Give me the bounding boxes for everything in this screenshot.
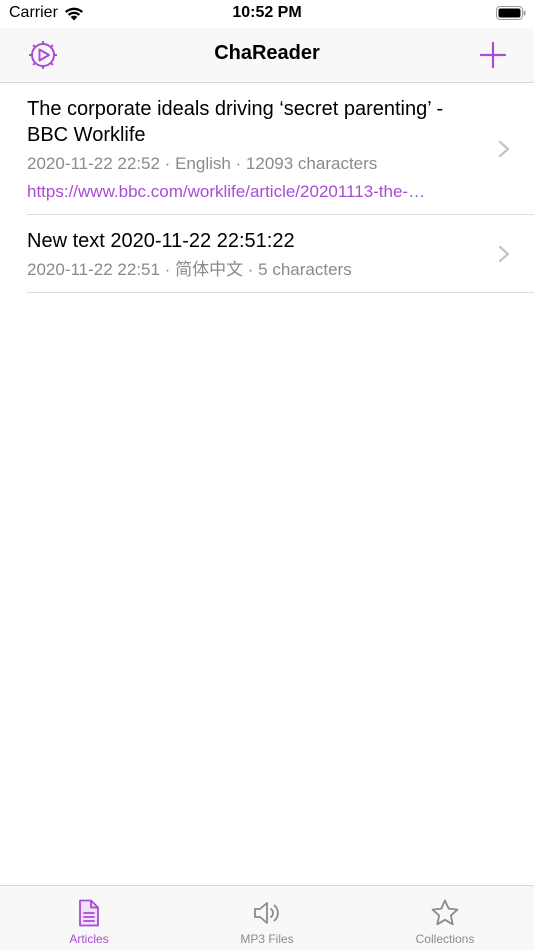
tab-bar: Articles MP3 Files Collections — [0, 885, 534, 950]
page-title: ChaReader — [214, 42, 320, 64]
article-list: The corporate ideals driving ‘secret par… — [0, 83, 534, 293]
tab-label: MP3 Files — [240, 932, 294, 946]
star-icon — [431, 899, 459, 926]
battery-icon — [496, 6, 526, 20]
article-title: New text 2020-11-22 22:51:22 — [27, 230, 295, 252]
tab-label: Collections — [415, 932, 475, 946]
article-url[interactable]: https://www.bbc.com/worklife/article/202… — [27, 181, 474, 203]
plus-icon — [480, 42, 506, 68]
document-icon — [79, 899, 99, 927]
article-title: The corporate ideals driving ‘secret par… — [27, 98, 444, 146]
tab-mp3-files[interactable]: MP3 Files — [178, 886, 356, 950]
article-meta: 2020-11-22 22:52 · English · 12093 chara… — [27, 154, 378, 173]
article-row[interactable]: The corporate ideals driving ‘secret par… — [0, 83, 534, 215]
app-screen: Carrier 10:52 PM ChaReader The corporate… — [0, 0, 534, 950]
chevron-right-icon — [498, 140, 510, 158]
status-time: 10:52 PM — [232, 4, 302, 21]
add-article-button[interactable] — [475, 37, 511, 73]
status-bar: Carrier 10:52 PM — [0, 0, 534, 28]
navigation-bar: ChaReader — [0, 28, 534, 83]
speaker-icon — [254, 902, 279, 924]
chevron-right-icon — [498, 245, 510, 263]
tab-label: Articles — [69, 932, 109, 946]
article-meta: 2020-11-22 22:51 · 简体中文 · 5 characters — [27, 260, 352, 279]
tab-articles[interactable]: Articles — [0, 886, 178, 950]
tab-collections[interactable]: Collections — [356, 886, 534, 950]
article-row[interactable]: New text 2020-11-22 22:51:22 2020-11-22 … — [0, 215, 534, 293]
